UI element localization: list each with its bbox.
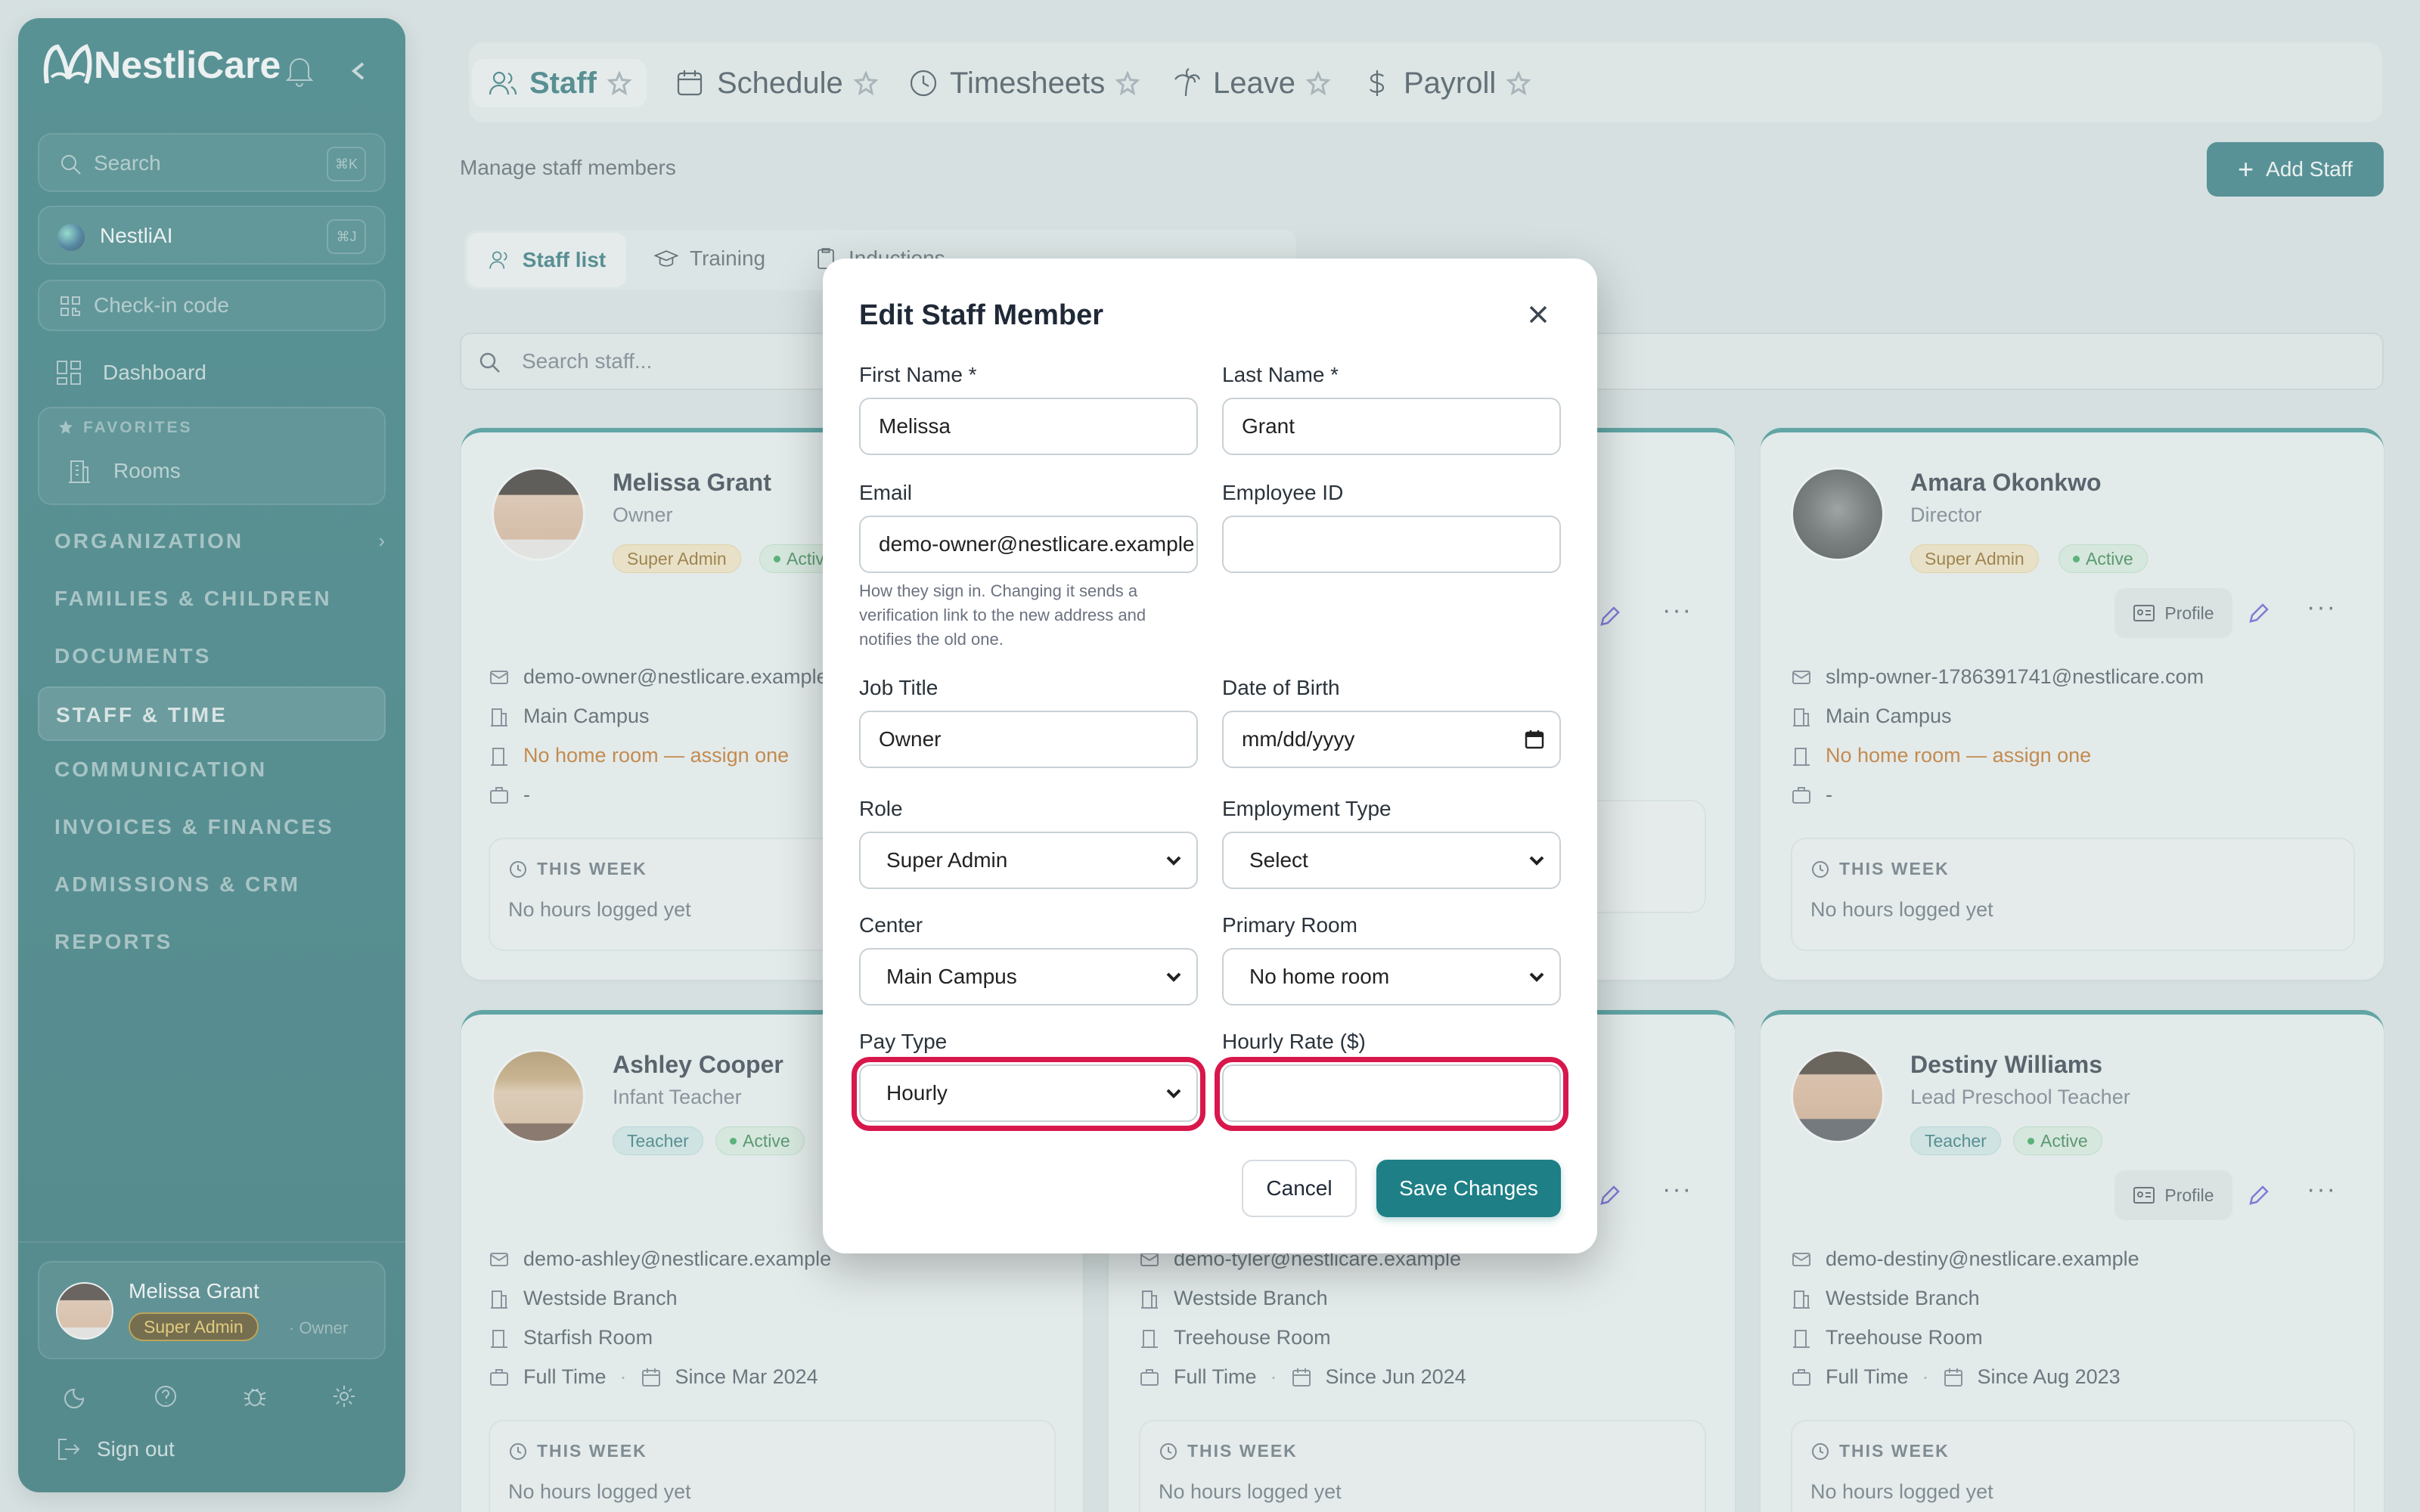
- dob-label: Date of Birth: [1222, 676, 1340, 699]
- job-title-label: Job Title: [859, 676, 939, 699]
- chevron-down-icon: [1166, 856, 1181, 866]
- chevron-down-icon: [1166, 972, 1181, 982]
- hourly-rate-field[interactable]: [1222, 1064, 1561, 1122]
- email-help-line: verification link to the new address and: [859, 606, 1146, 624]
- employee-id-field[interactable]: [1222, 516, 1561, 573]
- email-help-line: notifies the old one.: [859, 630, 1004, 649]
- role-value: Super Admin: [886, 848, 1008, 872]
- primary-room-value: No home room: [1249, 965, 1390, 988]
- first-name-label: First Name *: [859, 363, 977, 386]
- close-icon[interactable]: [1525, 301, 1552, 328]
- primary-room-select[interactable]: No home room: [1222, 948, 1561, 1005]
- email-help-text: How they sign in. Changing it sends a ve…: [859, 579, 1146, 652]
- pay-type-label: Pay Type: [859, 1030, 948, 1053]
- pay-type-select[interactable]: Hourly: [859, 1064, 1198, 1122]
- chevron-down-icon: [1529, 972, 1544, 982]
- center-value: Main Campus: [886, 965, 1017, 988]
- primary-room-label: Primary Room: [1222, 913, 1357, 937]
- chevron-down-icon: [1529, 856, 1544, 866]
- role-select[interactable]: Super Admin: [859, 832, 1198, 889]
- hourly-rate-label: Hourly Rate ($): [1222, 1030, 1366, 1053]
- cancel-button[interactable]: Cancel: [1242, 1160, 1357, 1217]
- save-changes-button[interactable]: Save Changes: [1376, 1160, 1561, 1217]
- modal-title: Edit Staff Member: [859, 299, 1104, 331]
- employment-type-value: Select: [1249, 848, 1308, 872]
- job-title-field[interactable]: Owner: [859, 711, 1198, 768]
- dob-placeholder: mm/dd/yyyy: [1242, 727, 1355, 751]
- employee-id-label: Employee ID: [1222, 481, 1344, 504]
- employment-type-label: Employment Type: [1222, 797, 1392, 820]
- employment-type-select[interactable]: Select: [1222, 832, 1561, 889]
- first-name-field[interactable]: Melissa: [859, 398, 1198, 455]
- pay-type-value: Hourly: [886, 1081, 948, 1105]
- last-name-label: Last Name *: [1222, 363, 1339, 386]
- edit-staff-modal: Edit Staff Member First Name * Melissa L…: [823, 259, 1597, 1253]
- chevron-down-icon: [1166, 1089, 1181, 1098]
- email-label: Email: [859, 481, 913, 504]
- calendar-picker-icon[interactable]: [1523, 728, 1546, 751]
- dob-field[interactable]: mm/dd/yyyy: [1222, 711, 1561, 768]
- role-label: Role: [859, 797, 903, 820]
- email-field[interactable]: demo-owner@nestlicare.example: [859, 516, 1198, 573]
- center-label: Center: [859, 913, 923, 937]
- last-name-field[interactable]: Grant: [1222, 398, 1561, 455]
- center-select[interactable]: Main Campus: [859, 948, 1198, 1005]
- email-help-line: How they sign in. Changing it sends a: [859, 581, 1138, 600]
